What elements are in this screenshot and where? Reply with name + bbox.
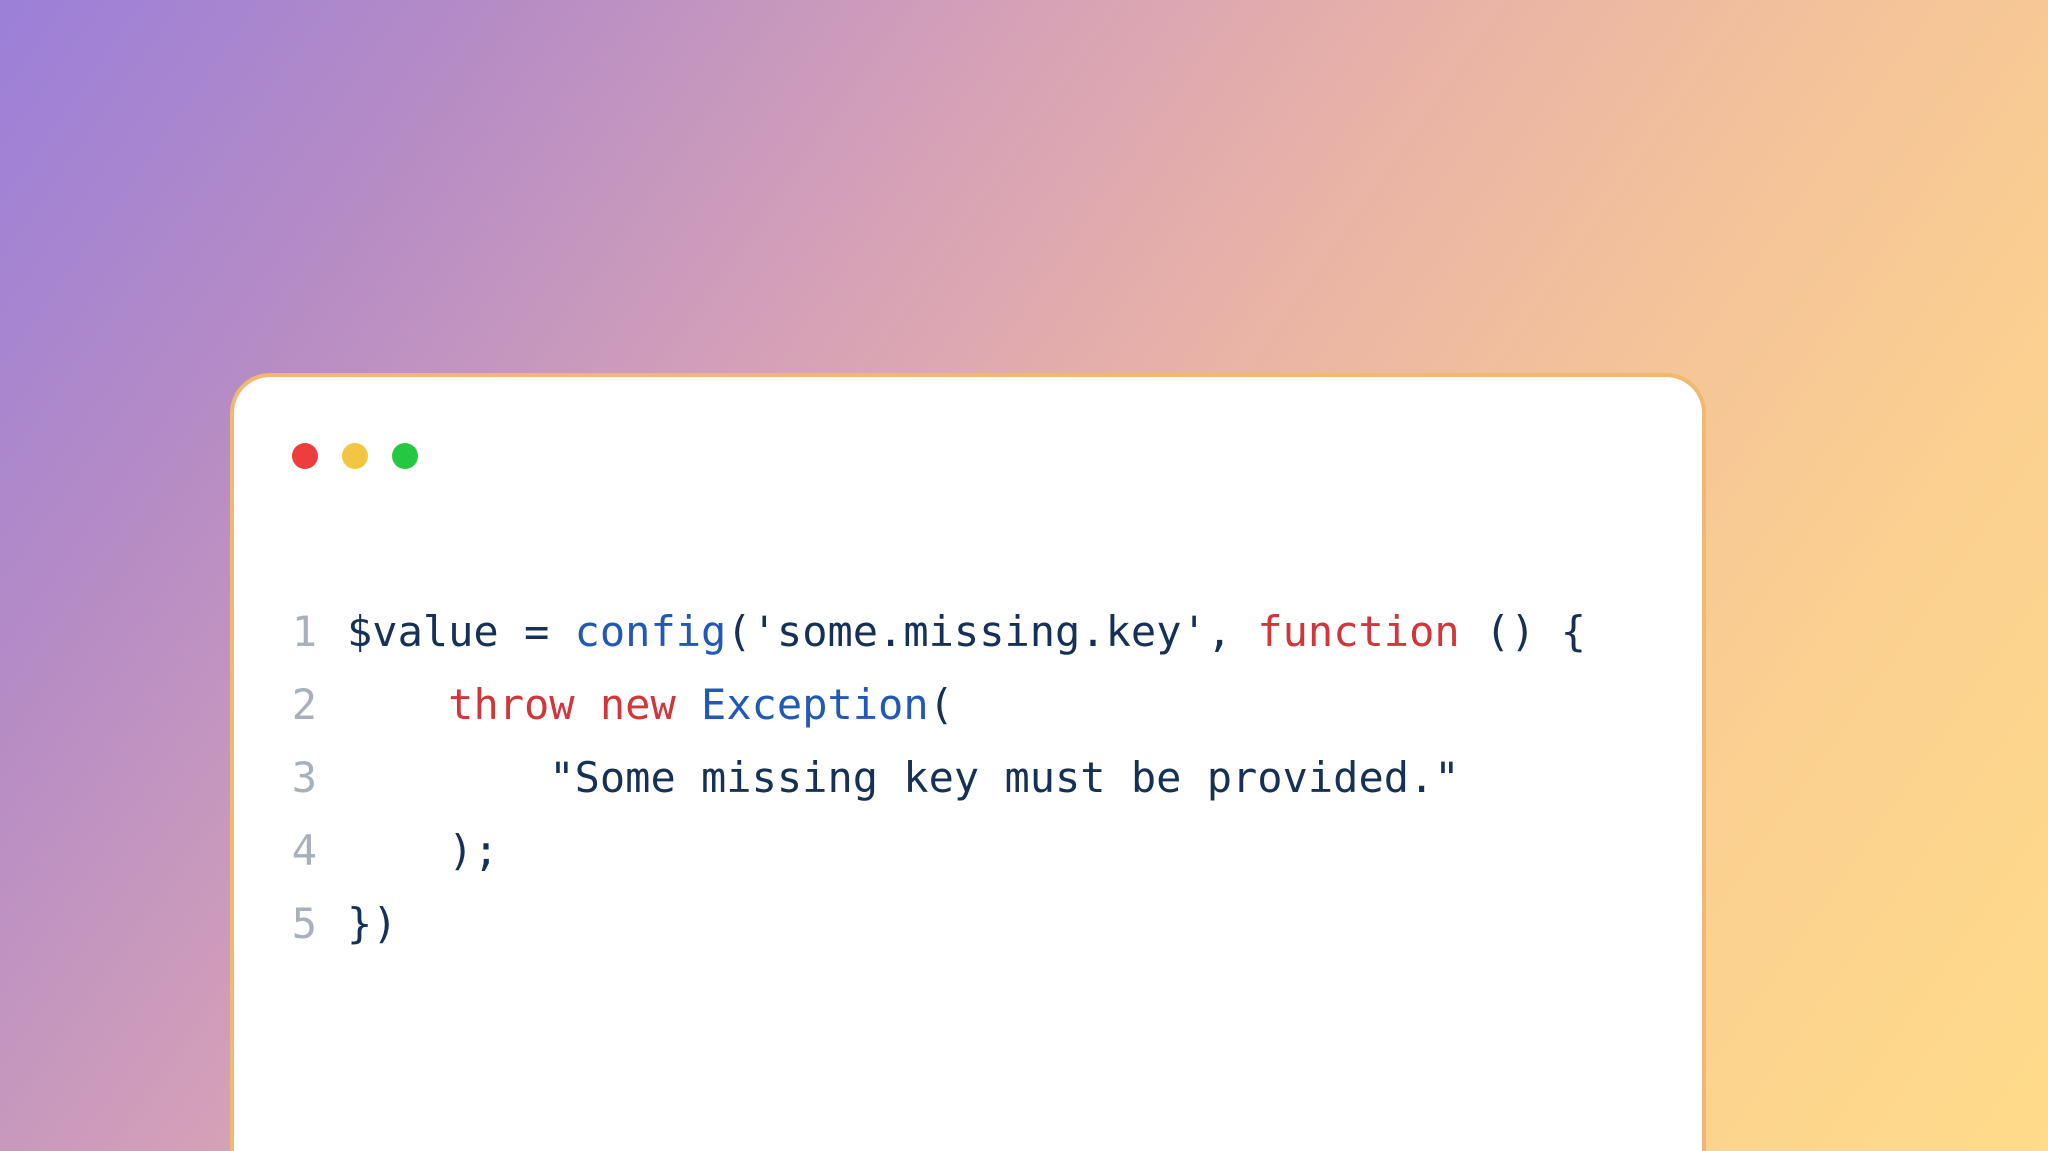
code-token: 'some.missing.key'	[752, 607, 1207, 656]
code-token: ,	[1207, 607, 1258, 656]
code-token	[347, 680, 448, 729]
code-token: );	[347, 826, 499, 875]
code-token: $value	[347, 607, 499, 656]
code-token	[575, 680, 600, 729]
code-content: );	[347, 814, 499, 887]
code-token: function	[1257, 607, 1459, 656]
code-content: "Some missing key must be provided."	[347, 741, 1460, 814]
editor-window: 1$value = config('some.missing.key', fun…	[230, 373, 1706, 1151]
code-line: 4 );	[289, 814, 1586, 887]
code-line: 2 throw new Exception(	[289, 668, 1586, 741]
window-controls	[292, 443, 418, 469]
code-token: Exception	[701, 680, 929, 729]
code-token: config	[575, 607, 727, 656]
code-line: 1$value = config('some.missing.key', fun…	[289, 595, 1586, 668]
line-number: 3	[289, 741, 347, 814]
code-line: 5})	[289, 887, 1586, 960]
minimize-icon[interactable]	[342, 443, 368, 469]
code-token: "Some missing key must be provided."	[549, 753, 1459, 802]
code-token: new	[600, 680, 676, 729]
code-token: throw	[448, 680, 574, 729]
code-token: () {	[1460, 607, 1586, 656]
line-number: 4	[289, 814, 347, 887]
code-block: 1$value = config('some.missing.key', fun…	[289, 595, 1586, 960]
code-line: 3 "Some missing key must be provided."	[289, 741, 1586, 814]
code-token: =	[524, 607, 549, 656]
code-token	[347, 753, 549, 802]
zoom-icon[interactable]	[392, 443, 418, 469]
code-token	[549, 607, 574, 656]
code-content: })	[347, 887, 398, 960]
code-token: (	[726, 607, 751, 656]
line-number: 2	[289, 668, 347, 741]
code-token: })	[347, 899, 398, 948]
line-number: 1	[289, 595, 347, 668]
close-icon[interactable]	[292, 443, 318, 469]
code-content: throw new Exception(	[347, 668, 954, 741]
code-token: (	[929, 680, 954, 729]
code-token	[499, 607, 524, 656]
code-token	[676, 680, 701, 729]
code-content: $value = config('some.missing.key', func…	[347, 595, 1586, 668]
line-number: 5	[289, 887, 347, 960]
